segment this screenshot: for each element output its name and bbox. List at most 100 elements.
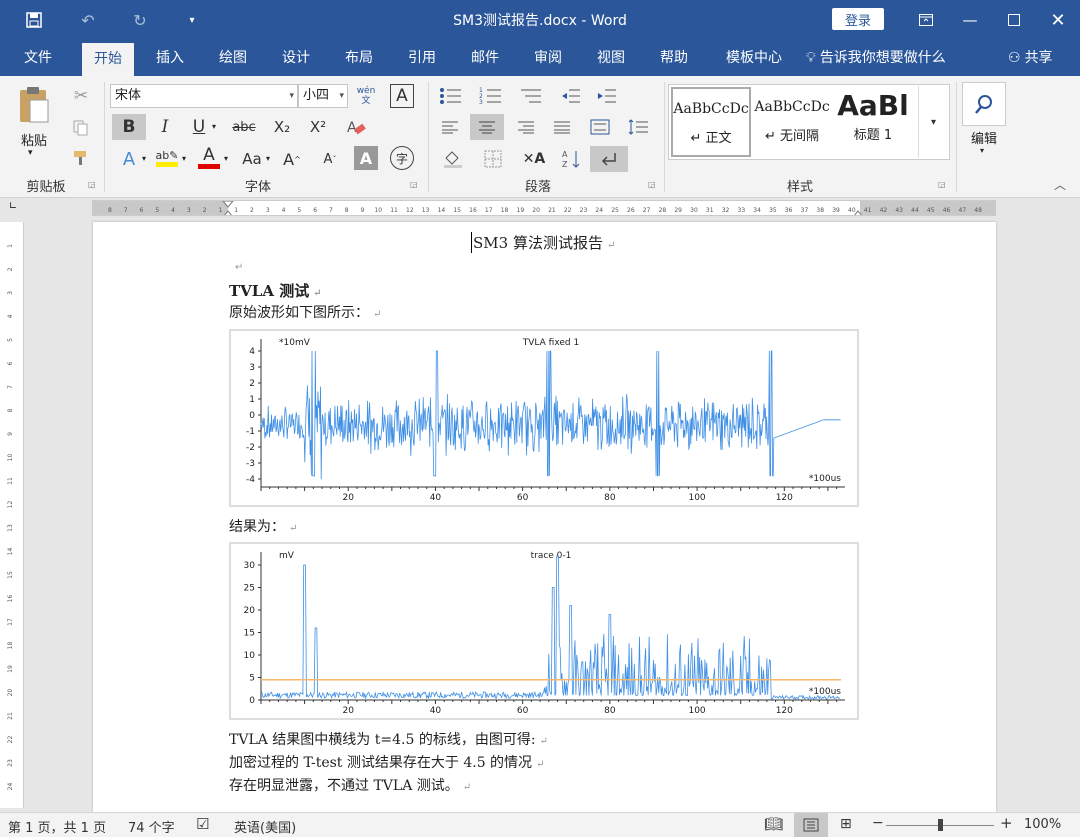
print-layout-icon[interactable] xyxy=(794,813,828,837)
clipboard-launcher-icon[interactable]: ◲ xyxy=(88,180,96,189)
show-marks-icon[interactable] xyxy=(590,146,628,172)
intro-paragraph[interactable]: 原始波形如下图所示： ↵ xyxy=(229,302,381,322)
paste-icon[interactable] xyxy=(12,82,56,130)
chevron-down-icon[interactable]: ▾ xyxy=(980,146,984,155)
grow-font-button[interactable]: A ^ xyxy=(280,146,304,172)
style-normal[interactable]: AaBbCcDc ↵ 正文 xyxy=(671,87,751,157)
paragraph-launcher-icon[interactable]: ◲ xyxy=(648,180,656,189)
tab-selector-icon[interactable]: ∟ xyxy=(4,201,22,217)
tab-help[interactable]: 帮助 xyxy=(648,40,700,76)
proofing-icon[interactable]: ☑ xyxy=(196,815,209,833)
customize-qat-icon[interactable]: ▾ xyxy=(174,0,210,40)
zoom-in-icon[interactable]: + xyxy=(1000,814,1013,832)
ttest-chart[interactable]: 30 25 20 15 10 5 0 20 40 60 80 100 120 mV trace 0-1 *10… xyxy=(229,542,859,720)
tab-layout[interactable]: 布局 xyxy=(333,40,385,76)
paste-button[interactable]: 粘贴 xyxy=(10,130,58,149)
waveform-chart[interactable]: 4 3 2 1 0 -1 -2 -3 -4 20 40 60 80 100 120 *10mV TVLA fix… xyxy=(229,329,859,507)
bullets-icon[interactable] xyxy=(436,84,466,108)
paste-dropdown-icon[interactable]: ▾ xyxy=(28,148,33,158)
underline-button[interactable]: U xyxy=(186,114,212,140)
font-launcher-icon[interactable]: ◲ xyxy=(410,180,418,189)
shading-icon[interactable] xyxy=(436,146,470,172)
multilevel-list-icon[interactable] xyxy=(516,84,546,108)
tab-references[interactable]: 引用 xyxy=(396,40,448,76)
increase-indent-icon[interactable] xyxy=(594,84,620,108)
zoom-out-icon[interactable]: − xyxy=(872,815,884,831)
tab-mailings[interactable]: 邮件 xyxy=(459,40,511,76)
tab-design[interactable]: 设计 xyxy=(270,40,322,76)
collapse-ribbon-icon[interactable]: ︿ xyxy=(1054,176,1066,193)
line-spacing-icon[interactable] xyxy=(622,114,656,140)
phonetic-guide-button[interactable]: wén 文 xyxy=(352,82,380,110)
enclose-characters-button[interactable]: 字 xyxy=(390,146,414,170)
editing-button[interactable]: 编辑 xyxy=(960,128,1008,147)
align-left-icon[interactable] xyxy=(436,114,464,140)
page-count[interactable]: 第 1 页，共 1 页 xyxy=(8,817,106,836)
zoom-level[interactable]: 100% xyxy=(1024,817,1061,832)
zoom-slider-thumb[interactable] xyxy=(938,819,943,831)
styles-launcher-icon[interactable]: ◲ xyxy=(938,180,946,189)
styles-more-icon[interactable]: ▾ xyxy=(918,86,948,158)
conclusion-line-3[interactable]: 存在明显泄露，不通过 TVLA 测试。 ↵ xyxy=(229,775,471,795)
redo-icon[interactable]: ↻ xyxy=(122,0,158,40)
font-name-combo[interactable]: 宋体 ▾ xyxy=(110,84,298,108)
share-button[interactable]: ⚇ 共享 xyxy=(1008,40,1072,76)
highlight-color-icon[interactable]: ab✎ xyxy=(154,144,180,172)
bold-button[interactable]: B xyxy=(112,114,146,140)
align-center-icon[interactable] xyxy=(470,114,504,140)
document-page[interactable]: SM3 算法测试报告 ↵ ↵ TVLA 测试 ↵ 原始波形如下图所示： ↵ 43210… xyxy=(93,222,996,812)
horizontal-ruler[interactable]: 8 7 6 5 4 3 2 1 1 2 3 4 5 6 7 8 9 10 11 12 13 14 15 16 17 18 19 20 2… xyxy=(92,200,996,216)
style-no-spacing[interactable]: AaBbCcDc ↵ 无间隔 xyxy=(752,87,832,157)
tab-draw[interactable]: 绘图 xyxy=(207,40,259,76)
style-heading-1[interactable]: AaBl 标题 1 xyxy=(834,87,912,157)
borders-icon[interactable] xyxy=(476,146,510,172)
result-paragraph[interactable]: 结果为： ↵ xyxy=(229,516,297,536)
sort-icon[interactable]: AZ xyxy=(558,146,584,172)
tab-view[interactable]: 视图 xyxy=(585,40,637,76)
login-button[interactable]: 登录 xyxy=(832,8,884,30)
conclusion-line-1[interactable]: TVLA 结果图中横线为 t=4.5 的标线，由图可得: ↵ xyxy=(229,729,548,749)
language-indicator[interactable]: 英语(美国) xyxy=(234,817,296,836)
format-painter-icon[interactable] xyxy=(68,146,94,170)
chevron-down-icon[interactable]: ▾ xyxy=(212,122,216,131)
vertical-ruler[interactable]: 123456789101112131415161718192021222324 xyxy=(0,222,24,808)
character-shading-button[interactable]: A xyxy=(354,146,378,170)
clear-formatting-icon[interactable]: A xyxy=(342,114,370,140)
chinese-layout-icon[interactable]: ✕A xyxy=(518,146,550,172)
search-icon[interactable] xyxy=(962,82,1006,126)
chevron-down-icon[interactable]: ▾ xyxy=(182,154,186,163)
chevron-down-icon[interactable]: ▾ xyxy=(266,154,270,163)
maximize-icon[interactable] xyxy=(992,0,1036,40)
document-title[interactable]: SM3 算法测试报告 ↵ xyxy=(471,232,615,253)
copy-icon[interactable] xyxy=(68,116,94,140)
tab-template-center[interactable]: 模板中心 xyxy=(716,40,792,76)
text-effects-icon[interactable]: A xyxy=(116,146,142,172)
clear-format-button[interactable]: A xyxy=(390,84,414,108)
section-heading[interactable]: TVLA 测试 ↵ xyxy=(229,280,322,301)
cut-icon[interactable]: ✂ xyxy=(68,84,94,108)
read-mode-icon[interactable]: 📖︎ xyxy=(764,815,783,833)
chevron-down-icon[interactable]: ▾ xyxy=(224,154,228,163)
close-icon[interactable]: ✕ xyxy=(1036,0,1080,40)
italic-button[interactable]: I xyxy=(152,114,178,140)
empty-paragraph[interactable]: ↵ xyxy=(231,258,243,274)
distributed-icon[interactable] xyxy=(586,114,614,140)
ribbon-display-icon[interactable] xyxy=(904,0,948,40)
shrink-font-button[interactable]: Aˇ xyxy=(318,146,342,172)
tab-file[interactable]: 文件 xyxy=(12,40,64,76)
tab-insert[interactable]: 插入 xyxy=(144,40,196,76)
align-right-icon[interactable] xyxy=(512,114,540,140)
decrease-indent-icon[interactable] xyxy=(558,84,584,108)
change-case-button[interactable]: Aa xyxy=(238,146,266,172)
word-count[interactable]: 74 个字 xyxy=(128,817,175,836)
conclusion-line-2[interactable]: 加密过程的 T-test 测试结果存在大于 4.5 的情况 ↵ xyxy=(229,752,544,772)
font-color-icon[interactable]: A xyxy=(196,144,222,172)
tab-home[interactable]: 开始 xyxy=(82,43,134,76)
web-layout-icon[interactable]: ⊞ xyxy=(840,816,852,832)
tell-me-box[interactable]: 💡︎ 告诉我你想要做什么 xyxy=(806,40,956,76)
tab-review[interactable]: 审阅 xyxy=(522,40,574,76)
subscript-button[interactable]: X₂ xyxy=(268,114,296,140)
chevron-down-icon[interactable]: ▾ xyxy=(142,154,146,163)
save-icon[interactable] xyxy=(16,0,52,40)
undo-icon[interactable]: ↶ xyxy=(70,0,106,40)
